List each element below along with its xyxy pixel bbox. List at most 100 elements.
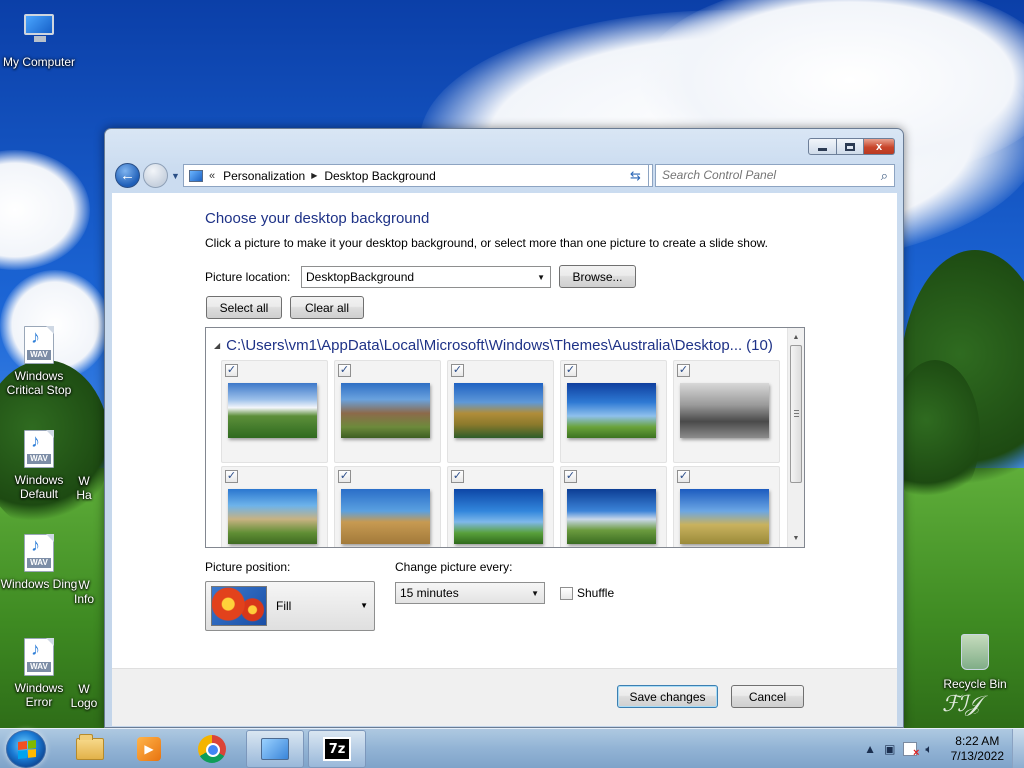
shuffle-checkbox-box[interactable]: [560, 586, 573, 600]
picture-tile-golden-hills[interactable]: ✓: [673, 466, 780, 547]
start-button[interactable]: [6, 730, 46, 768]
chevron-down-icon: ▼: [360, 601, 368, 610]
minimize-icon: [818, 147, 827, 151]
scroll-down-icon[interactable]: ▼: [788, 530, 804, 546]
recent-pages-dropdown[interactable]: ▼: [171, 171, 180, 181]
picture-checkbox[interactable]: ✓: [451, 364, 464, 377]
picture-thumbnail[interactable]: [680, 489, 769, 544]
desktop-background-window: x ← ▼ « Personalization ▶ Desktop Backgr…: [104, 128, 904, 728]
change-picture-interval-select[interactable]: 15 minutes ▼: [395, 582, 545, 604]
collapse-triangle-icon[interactable]: ◢: [214, 341, 220, 350]
clear-all-button[interactable]: Clear all: [290, 296, 364, 319]
clock[interactable]: 8:22 AM 7/13/2022: [951, 734, 1004, 764]
maximize-icon: [845, 142, 855, 151]
network-icon[interactable]: ▣: [884, 742, 895, 756]
picture-thumbnail[interactable]: [567, 489, 656, 544]
show-hidden-icons-icon[interactable]: ▲: [864, 742, 876, 756]
minimize-button[interactable]: [808, 138, 837, 155]
desktop-icon-partial[interactable]: W Logo: [62, 682, 106, 710]
scrollbar-thumb[interactable]: [790, 345, 802, 483]
picture-thumbnail[interactable]: [454, 489, 543, 544]
picture-thumbnail[interactable]: [228, 489, 317, 544]
select-all-button[interactable]: Select all: [206, 296, 282, 319]
picture-tile-black-white-tree[interactable]: ✓: [673, 360, 780, 463]
forward-button[interactable]: [143, 163, 168, 188]
picture-position-select[interactable]: Fill ▼: [205, 581, 375, 631]
picture-checkbox[interactable]: ✓: [677, 470, 690, 483]
picture-checkbox[interactable]: ✓: [677, 364, 690, 377]
chrome-icon: [198, 735, 226, 763]
taskbar-7zip[interactable]: 7z: [308, 730, 366, 768]
desktop-icon-windows-critical-stop[interactable]: ♪ WAV Windows Critical Stop: [0, 326, 78, 397]
desktop-icon-my-computer[interactable]: My Computer: [0, 12, 78, 69]
content-area: Choose your desktop background Click a p…: [112, 193, 897, 726]
picture-tile-hay-bale[interactable]: ✓: [334, 466, 441, 547]
close-button[interactable]: x: [864, 138, 895, 155]
refresh-icon: ⇆: [630, 167, 641, 183]
desktop-icon-partial[interactable]: W Ha: [62, 474, 106, 502]
shuffle-label: Shuffle: [577, 586, 615, 600]
action-center-icon[interactable]: [903, 742, 919, 759]
search-icon[interactable]: ⌕: [881, 168, 888, 184]
breadcrumb-personalization[interactable]: Personalization: [223, 169, 305, 183]
cancel-button[interactable]: Cancel: [731, 685, 804, 708]
caption-buttons: x: [808, 138, 895, 155]
wav-file-icon: ♪ WAV: [22, 430, 56, 470]
picture-tile-rolling-farmland[interactable]: ✓: [560, 466, 667, 547]
gallery-scrollbar[interactable]: ▲ ▼: [787, 328, 804, 547]
search-input[interactable]: [662, 165, 872, 185]
picture-thumbnail[interactable]: [341, 383, 430, 438]
picture-group-header[interactable]: ◢ C:\Users\vm1\AppData\Local\Microsoft\W…: [214, 337, 773, 354]
volume-icon[interactable]: 🔈︎: [925, 742, 932, 757]
address-overflow-chevron[interactable]: «: [209, 170, 215, 182]
maximize-button[interactable]: [837, 138, 864, 155]
taskbar-explorer[interactable]: [61, 730, 119, 768]
picture-thumbnail[interactable]: [567, 383, 656, 438]
picture-checkbox[interactable]: ✓: [225, 364, 238, 377]
picture-group-count: (10): [746, 337, 773, 354]
picture-tile-lone-tree[interactable]: ✓: [447, 466, 554, 547]
explorer-icon: [76, 734, 104, 760]
taskbar-control-panel[interactable]: [246, 730, 304, 768]
picture-thumbnail[interactable]: [341, 489, 430, 544]
show-desktop-button[interactable]: [1012, 729, 1024, 768]
back-button[interactable]: ←: [115, 163, 140, 188]
desktop-icon-partial[interactable]: W Info: [62, 578, 106, 606]
browse-button[interactable]: Browse...: [559, 265, 636, 288]
picture-checkbox[interactable]: ✓: [225, 470, 238, 483]
picture-checkbox[interactable]: ✓: [338, 364, 351, 377]
picture-location-value: DesktopBackground: [306, 270, 415, 284]
save-changes-button[interactable]: Save changes: [617, 685, 718, 708]
desktop-icon-recycle-bin[interactable]: Recycle Bin: [936, 634, 1014, 691]
change-picture-label: Change picture every:: [395, 560, 513, 574]
picture-checkbox[interactable]: ✓: [451, 470, 464, 483]
picture-tile-coastal-hills[interactable]: ✓: [221, 466, 328, 547]
taskbar-media-player[interactable]: ▶: [120, 730, 178, 768]
change-picture-interval-value: 15 minutes: [400, 586, 459, 600]
picture-checkbox[interactable]: ✓: [338, 470, 351, 483]
address-bar[interactable]: « Personalization ▶ Desktop Background ▼: [183, 164, 653, 187]
breadcrumb-separator-icon[interactable]: ▶: [311, 171, 317, 180]
picture-thumbnail[interactable]: [228, 383, 317, 438]
picture-thumbnail[interactable]: [454, 383, 543, 438]
refresh-button[interactable]: ⇆: [623, 164, 649, 187]
picture-checkbox[interactable]: ✓: [564, 364, 577, 377]
picture-tile-river-gorge[interactable]: ✓: [447, 360, 554, 463]
picture-position-label: Picture position:: [205, 560, 291, 574]
clock-date: 7/13/2022: [950, 749, 1004, 763]
shuffle-checkbox[interactable]: Shuffle: [560, 586, 614, 600]
desktop-icon-label: W: [78, 682, 90, 696]
scroll-up-icon[interactable]: ▲: [788, 329, 804, 345]
breadcrumb-desktop-background[interactable]: Desktop Background: [324, 169, 435, 183]
computer-icon: [22, 12, 56, 52]
picture-location-select[interactable]: DesktopBackground ▼: [301, 266, 551, 288]
taskbar-chrome[interactable]: [183, 730, 241, 768]
picture-tile-clouds-over-field[interactable]: ✓: [221, 360, 328, 463]
picture-checkbox[interactable]: ✓: [564, 470, 577, 483]
picture-thumbnail[interactable]: [680, 383, 769, 438]
picture-tile-blue-sky-pasture[interactable]: ✓: [560, 360, 667, 463]
clock-time: 8:22 AM: [955, 734, 1000, 748]
control-panel-icon: [189, 169, 203, 182]
navigation-bar: ← ▼ « Personalization ▶ Desktop Backgrou…: [113, 162, 895, 190]
picture-tile-ruined-stone-house[interactable]: ✓: [334, 360, 441, 463]
